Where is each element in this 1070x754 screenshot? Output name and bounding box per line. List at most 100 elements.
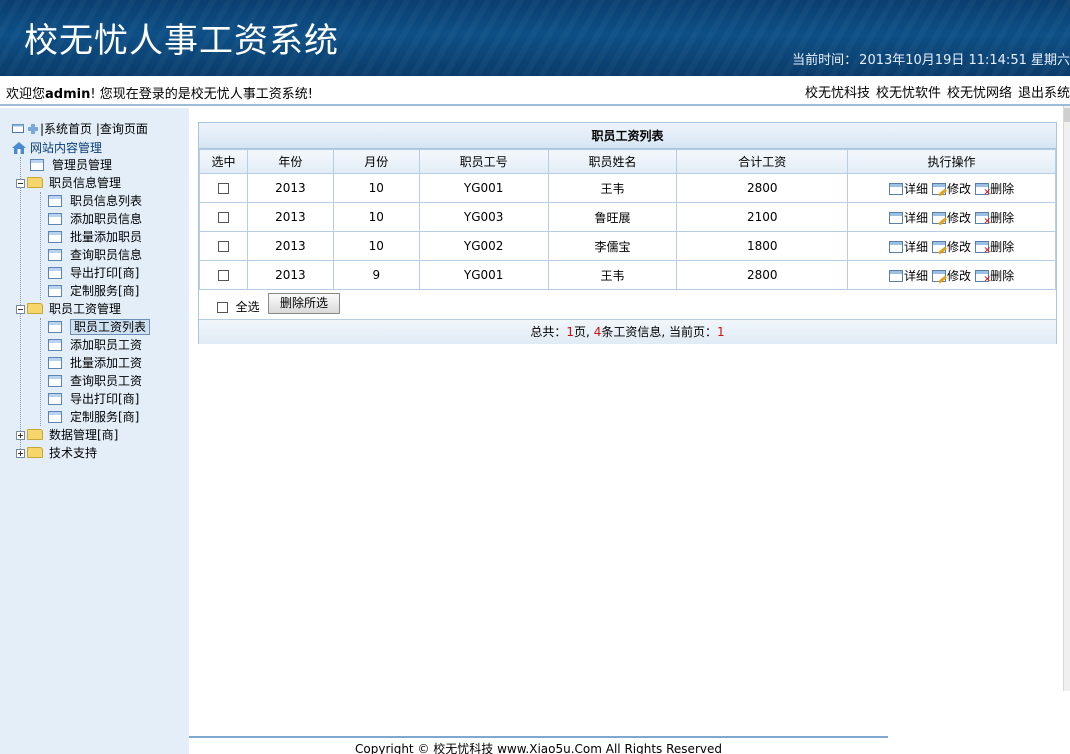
row-checkbox[interactable] — [217, 212, 229, 223]
sidebar-item-label: 查询职员信息 — [70, 248, 143, 262]
cell-total-salary: 1800 — [676, 231, 849, 261]
page-icon — [48, 375, 62, 387]
cell-employee-id: YG003 — [418, 202, 549, 232]
delete-selected-button[interactable]: 删除所选 — [268, 293, 340, 314]
edit-label: 修改 — [947, 239, 972, 254]
link-company[interactable]: 校无忧科技 — [805, 86, 870, 101]
edit-button[interactable]: 修改 — [932, 238, 971, 255]
detail-icon — [889, 240, 904, 253]
cell-month: 10 — [332, 202, 420, 232]
cell-total-salary: 2800 — [676, 260, 849, 290]
scrollbar-thumb[interactable] — [1064, 108, 1070, 122]
cell-employee-name: 李儒宝 — [547, 231, 678, 261]
link-network[interactable]: 校无忧网络 — [947, 86, 1012, 101]
time-value: 2013年10月19日 11:14:51 星期六 — [859, 53, 1070, 68]
detail-button[interactable]: 详细 — [889, 209, 928, 226]
sidebar-item-export-print-salary[interactable]: 导出打印[商] — [48, 390, 139, 408]
delete-button[interactable]: 删除 — [975, 209, 1014, 227]
row-checkbox[interactable] — [217, 241, 229, 252]
sidebar-item-label: 定制服务[商] — [70, 284, 140, 298]
sidebar-item-batch-add-salary[interactable]: 批量添加工资 — [48, 354, 142, 372]
cell-employee-id: YG002 — [418, 231, 549, 261]
link-software[interactable]: 校无忧软件 — [876, 86, 941, 101]
delete-button[interactable]: 删除 — [975, 238, 1015, 256]
system-home-link[interactable]: |系统首页 — [40, 122, 92, 136]
edit-button[interactable]: 修改 — [932, 209, 971, 226]
detail-label: 详细 — [904, 181, 929, 196]
table-row: 2013 9 YG001 王韦 2800 详细 修改 删除 — [199, 260, 1056, 290]
logout-link[interactable]: 退出系统 — [1018, 86, 1070, 101]
sidebar-item-batch-add-employee[interactable]: 批量添加职员 — [48, 228, 142, 246]
col-total-salary: 合计工资 — [676, 149, 849, 174]
page-icon — [48, 285, 62, 297]
info-bar: 欢迎您admin! 您现在登录的是校无忧人事工资系统! 校无忧科技 校无忧软件 校无… — [0, 76, 1070, 106]
sidebar-item-add-salary[interactable]: 添加职员工资 — [48, 336, 142, 354]
row-checkbox[interactable] — [217, 270, 229, 281]
detail-label: 详细 — [904, 239, 929, 254]
expand-icon[interactable] — [16, 431, 25, 440]
sidebar-group-employee-info[interactable]: 职员信息管理 — [16, 174, 121, 192]
detail-icon — [889, 211, 904, 224]
sidebar-item-add-employee[interactable]: 添加职员信息 — [48, 210, 142, 228]
total-pages: 1 — [566, 325, 575, 339]
page-icon — [48, 231, 62, 243]
tree-connector — [40, 318, 41, 426]
page-icon — [48, 267, 62, 279]
row-checkbox[interactable] — [217, 183, 229, 194]
sidebar-item-label: 批量添加职员 — [70, 230, 143, 244]
cell-year: 2013 — [246, 173, 334, 203]
select-all[interactable]: 全选 — [217, 298, 260, 315]
home-page-icon — [12, 124, 24, 133]
collapse-icon[interactable] — [16, 179, 25, 188]
edit-label: 修改 — [947, 210, 972, 225]
delete-button[interactable]: 删除 — [975, 180, 1014, 198]
query-page-link[interactable]: |查询页面 — [96, 122, 148, 136]
current-page: 1 — [716, 325, 725, 339]
page-icon — [48, 411, 62, 423]
welcome-suffix: ! 您现在登录的是校无忧人事工资系统! — [90, 87, 313, 102]
bulk-actions-bar: 全选 删除所选 — [199, 290, 1056, 320]
sidebar-item-query-employee[interactable]: 查询职员信息 — [48, 246, 142, 264]
edit-button[interactable]: 修改 — [932, 180, 971, 197]
sidebar-group-data[interactable]: 数据管理[商] — [16, 426, 118, 444]
edit-button[interactable]: 修改 — [932, 267, 971, 284]
detail-button[interactable]: 详细 — [889, 238, 928, 255]
sidebar-item-admin[interactable]: 管理员管理 — [30, 156, 112, 174]
col-month: 月份 — [332, 149, 420, 174]
expand-icon[interactable] — [16, 449, 25, 458]
detail-label: 详细 — [904, 210, 929, 225]
tree-connector — [40, 192, 41, 300]
sidebar-item-label: 添加职员信息 — [70, 212, 143, 226]
page-icon — [48, 339, 62, 351]
sidebar-item-salary-list[interactable]: 职员工资列表 — [48, 318, 151, 336]
sidebar-item-export-print-info[interactable]: 导出打印[商] — [48, 264, 139, 282]
sidebar-item-label: 查询职员工资 — [70, 374, 143, 388]
delete-label: 删除 — [990, 239, 1015, 254]
cell-total-salary: 2100 — [676, 202, 849, 232]
footer-copyright: Copyright © 校无忧科技 www.Xiao5u.Com All Rig… — [189, 736, 888, 754]
cell-year: 2013 — [246, 202, 334, 232]
detail-button[interactable]: 详细 — [889, 180, 928, 197]
sidebar-group-salary[interactable]: 职员工资管理 — [16, 300, 121, 318]
select-all-checkbox[interactable] — [217, 302, 228, 313]
sidebar-item-custom-service-salary[interactable]: 定制服务[商] — [48, 408, 139, 426]
cell-year: 2013 — [246, 231, 334, 261]
delete-button[interactable]: 删除 — [975, 267, 1014, 285]
sidebar-item-employee-list[interactable]: 职员信息列表 — [48, 192, 142, 210]
welcome-prefix: 欢迎您 — [6, 87, 46, 102]
vertical-scrollbar[interactable] — [1063, 106, 1070, 691]
sidebar: |系统首页 |查询页面 网站内容管理 管理员管理 职员信息管理 职员信息列表 添… — [0, 108, 189, 754]
tree-root[interactable]: 网站内容管理 — [12, 139, 102, 157]
delete-icon — [975, 269, 991, 285]
sidebar-item-custom-service-info[interactable]: 定制服务[商] — [48, 282, 139, 300]
col-employee-name: 职员姓名 — [547, 149, 678, 174]
cell-actions: 详细 修改 删除 — [847, 173, 1056, 203]
table-row: 2013 10 YG002 李儒宝 1800 详细 修改 删除 — [199, 231, 1056, 261]
sidebar-item-query-salary[interactable]: 查询职员工资 — [48, 372, 142, 390]
cell-month: 10 — [332, 231, 420, 261]
detail-button[interactable]: 详细 — [889, 267, 928, 284]
cell-employee-name: 鲁旺展 — [547, 202, 678, 232]
sidebar-group-support[interactable]: 技术支持 — [16, 444, 97, 462]
collapse-icon[interactable] — [16, 305, 25, 314]
username: admin — [45, 87, 91, 102]
